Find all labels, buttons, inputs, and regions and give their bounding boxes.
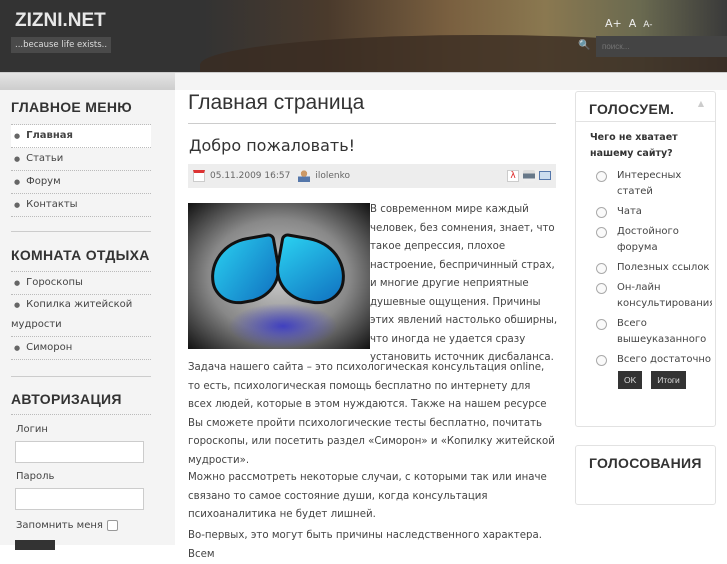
bullet-icon: ●	[14, 201, 21, 209]
collapse-icon[interactable]: ▲	[698, 99, 704, 108]
search-input[interactable]	[596, 36, 727, 57]
menu-item-label: Контакты	[26, 199, 78, 210]
poll-option-label: Всего достаточно	[617, 354, 712, 365]
divider	[11, 414, 151, 415]
radio-button[interactable]	[596, 227, 607, 238]
left-sidebar: ГЛАВНОЕ МЕНЮ ● Главная ● Статьи ● Форум ● Ко…	[0, 90, 175, 550]
bullet-icon: ●	[14, 155, 21, 163]
bullet-icon: ●	[14, 301, 21, 309]
poll-module: ГОЛОСУЕМ. ▲ Чего не хватает нашему сайту?…	[575, 91, 716, 427]
menu-item-horoscopes[interactable]: ● Гороскопы	[11, 272, 151, 295]
menu-item-label: Форум	[26, 176, 61, 187]
polls-title: ГОЛОСОВАНИЯ	[589, 455, 702, 471]
poll-option[interactable]: Всего достаточно	[576, 352, 715, 368]
menu-item-contacts[interactable]: ● Контакты	[11, 194, 151, 217]
poll-question: Чего не хватает нашему сайту?	[590, 132, 678, 159]
article-paragraph: Во-первых, это могут быть причины наслед…	[188, 530, 542, 560]
main-menu-title: ГЛАВНОЕ МЕНЮ	[11, 99, 133, 115]
butterfly-image	[188, 203, 370, 349]
rest-room-menu: ● Гороскопы ● Копилка житейской мудрости ● С…	[11, 271, 151, 360]
bullet-icon: ●	[14, 344, 21, 352]
nav-strip	[0, 72, 727, 91]
font-decrease-button[interactable]: A-	[643, 20, 652, 30]
poll-option-label: Чата	[617, 206, 642, 217]
article-author: ilolenko	[315, 171, 350, 181]
login-input[interactable]	[15, 441, 144, 463]
bullet-icon: ●	[14, 132, 21, 140]
menu-item-wisdom[interactable]: ● Копилка житейской мудрости	[11, 295, 151, 337]
font-increase-button[interactable]: A+	[605, 17, 622, 30]
print-icon[interactable]	[523, 170, 535, 182]
login-button[interactable]	[15, 540, 55, 550]
pdf-icon[interactable]: λ	[507, 170, 519, 182]
article-paragraph: В современном мире каждый человек, без с…	[370, 204, 558, 363]
bullet-icon: ●	[14, 178, 21, 186]
poll-option-label: Всего вышеуказанного	[617, 318, 707, 345]
menu-item-home[interactable]: ● Главная	[11, 125, 151, 148]
auth-title: АВТОРИЗАЦИЯ	[11, 391, 122, 407]
article-paragraph: Можно рассмотреть некоторые случаи, с ко…	[188, 472, 547, 520]
poll-option[interactable]: Чата	[576, 204, 715, 220]
password-label: Пароль	[16, 471, 55, 482]
password-input[interactable]	[15, 488, 144, 510]
poll-option-label: Достойного форума	[617, 226, 679, 253]
menu-item-label: Гороскопы	[26, 277, 83, 288]
article-meta: 05.11.2009 16:57 ilolenko λ	[188, 164, 556, 188]
menu-item-label-cont: мудрости	[11, 319, 62, 330]
menu-item-forum[interactable]: ● Форум	[11, 171, 151, 194]
site-logo[interactable]: ZIZNI.NET	[15, 10, 106, 32]
menu-item-label: Статьи	[26, 153, 64, 164]
page-title: Главная страница	[188, 91, 365, 114]
site-tagline: ...because life exists..	[11, 37, 112, 53]
poll-option-label: Интересных статей	[617, 170, 682, 197]
nav-strip-left	[0, 73, 175, 91]
poll-title: ГОЛОСУЕМ.	[589, 101, 675, 117]
poll-option-label: Он-лайн консультирования	[617, 282, 712, 309]
menu-item-label: Копилка житейской	[26, 299, 133, 310]
remember-label: Запомнить меня	[16, 520, 103, 531]
radio-button[interactable]	[596, 319, 607, 330]
site-header: ZIZNI.NET ...because life exists.. A+ A …	[0, 0, 727, 72]
radio-button[interactable]	[596, 207, 607, 218]
main-menu: ● Главная ● Статьи ● Форум ● Контакты	[11, 124, 151, 217]
font-size-controls: A+ A A-	[605, 17, 653, 30]
radio-button[interactable]	[596, 263, 607, 274]
poll-option[interactable]: Полезных ссылок	[576, 260, 715, 276]
article-title[interactable]: Добро пожаловать!	[189, 136, 355, 155]
results-button[interactable]: Итоги	[651, 371, 686, 389]
email-icon[interactable]	[539, 171, 551, 180]
menu-item-simoron[interactable]: ● Симорон	[11, 337, 151, 360]
calendar-icon	[193, 170, 205, 182]
divider	[188, 123, 556, 124]
article-paragraph: Задача нашего сайта – это психологическа…	[188, 362, 555, 466]
divider	[11, 376, 151, 377]
menu-item-label: Симорон	[26, 342, 73, 353]
search-icon: 🔍	[578, 40, 591, 51]
polls-module: ГОЛОСОВАНИЯ	[575, 445, 716, 505]
rest-room-title: КОМНАТА ОТДЫХА	[11, 247, 150, 263]
poll-option[interactable]: Интересных статей	[576, 168, 715, 200]
poll-option-label: Полезных ссылок	[617, 262, 710, 273]
bullet-icon: ●	[14, 279, 21, 287]
poll-option[interactable]: Всего вышеуказанного	[576, 316, 715, 348]
menu-item-articles[interactable]: ● Статьи	[11, 148, 151, 171]
radio-button[interactable]	[596, 171, 607, 182]
author-icon	[298, 170, 311, 182]
radio-button[interactable]	[596, 355, 607, 366]
poll-option[interactable]: Он-лайн консультирования	[576, 280, 715, 312]
menu-item-label: Главная	[26, 130, 73, 141]
article-date: 05.11.2009 16:57	[210, 171, 291, 181]
radio-button[interactable]	[596, 283, 607, 294]
login-label: Логин	[16, 424, 48, 435]
remember-checkbox[interactable]	[107, 520, 118, 531]
poll-option[interactable]: Достойного форума	[576, 224, 715, 256]
vote-button[interactable]: OK	[618, 371, 643, 389]
divider	[11, 231, 151, 232]
font-reset-button[interactable]: A	[629, 17, 637, 30]
